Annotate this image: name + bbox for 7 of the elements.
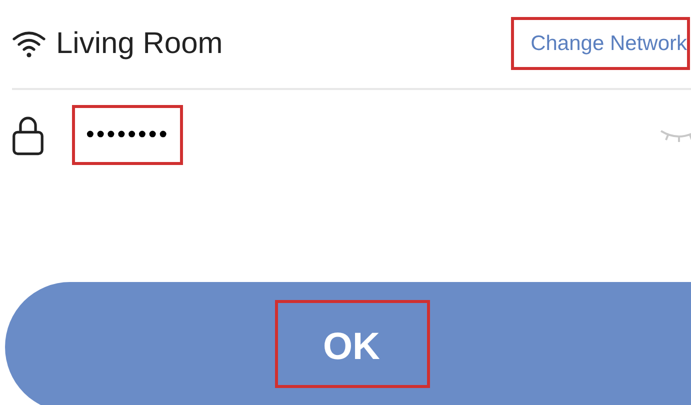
password-field[interactable]: ••••••••: [86, 121, 170, 148]
closed-eye-icon[interactable]: [659, 128, 691, 142]
lock-icon: [12, 114, 44, 156]
change-network-link[interactable]: Change Network: [530, 32, 687, 55]
wifi-icon: [12, 30, 46, 58]
network-name: Living Room: [56, 27, 223, 61]
ok-button[interactable]: OK: [5, 282, 691, 405]
